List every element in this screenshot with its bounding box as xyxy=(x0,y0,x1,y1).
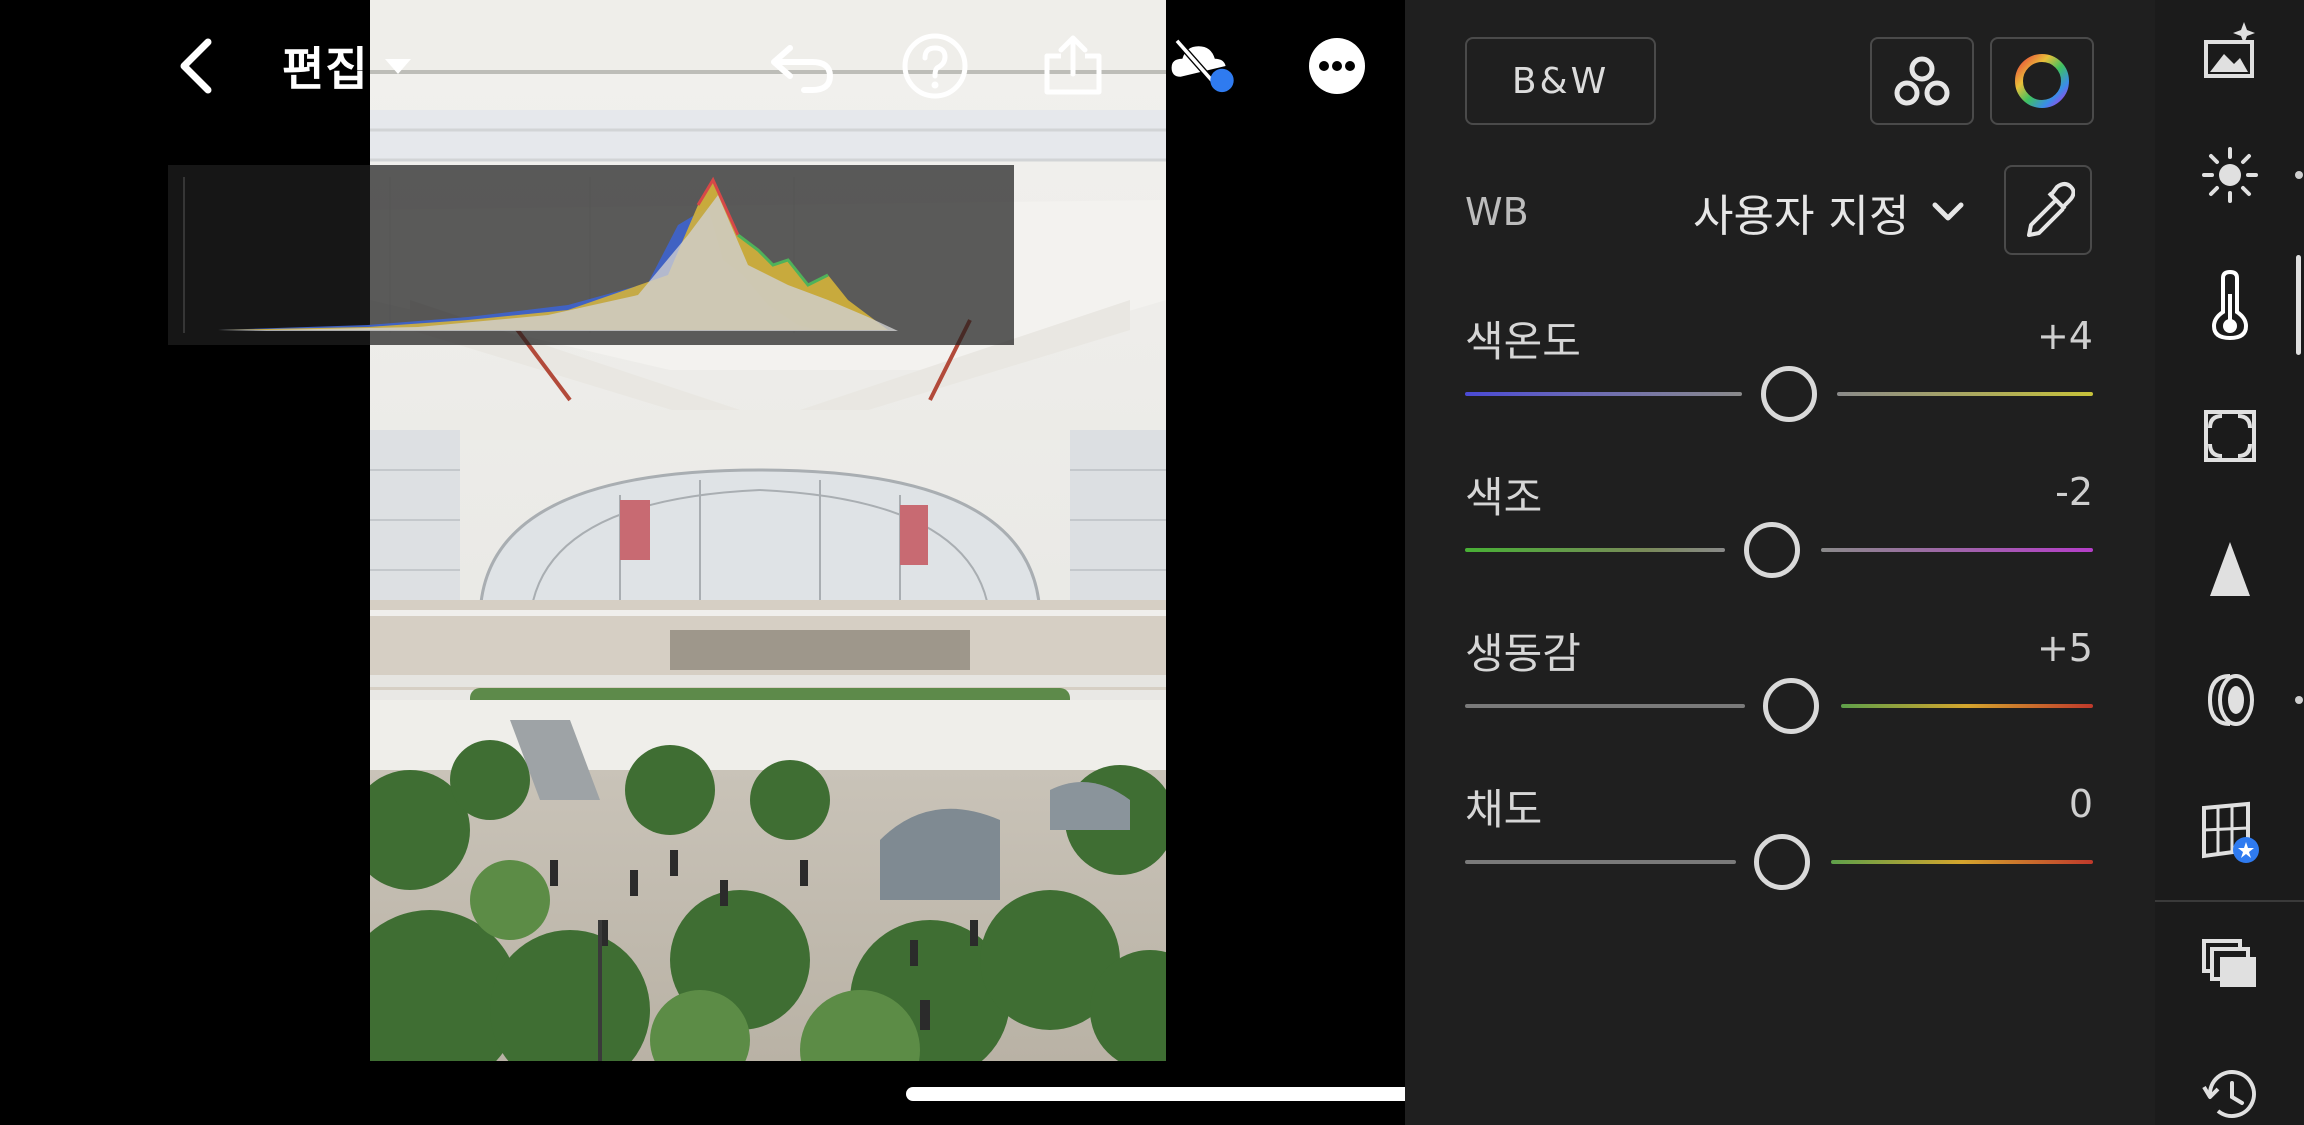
detail-icon xyxy=(2209,542,2250,596)
slider-value[interactable]: +5 xyxy=(2037,626,2093,670)
color-mix-icon xyxy=(1894,56,1950,106)
temperature-track-right[interactable] xyxy=(1837,392,2093,396)
auto-enhance-icon xyxy=(2203,22,2255,78)
chevron-left-icon xyxy=(180,38,212,94)
cloud-sync-off-icon xyxy=(1171,38,1234,93)
slider-value[interactable]: +4 xyxy=(2037,314,2093,358)
rail-light[interactable] xyxy=(2155,125,2304,225)
undo-button[interactable] xyxy=(766,30,838,102)
rail-active-indicator xyxy=(2296,255,2301,355)
vibrance-track-right[interactable] xyxy=(1841,704,2093,708)
help-icon xyxy=(902,33,968,99)
geometry-icon xyxy=(2201,801,2259,863)
slider-label: 색온도 xyxy=(1465,317,1581,366)
history-icon xyxy=(2201,1070,2256,1119)
rail-color[interactable] xyxy=(2155,255,2304,355)
rail-optics[interactable] xyxy=(2155,650,2304,750)
undo-icon xyxy=(771,45,834,93)
slider-label: 생동감 xyxy=(1465,629,1581,678)
rail-separator xyxy=(2155,900,2304,902)
rail-detail[interactable] xyxy=(2155,518,2304,618)
temperature-track-left[interactable] xyxy=(1465,392,1742,396)
slider-label: 채도 xyxy=(1465,785,1543,834)
vibrance-track-left[interactable] xyxy=(1465,704,1745,708)
slider-label: 색조 xyxy=(1465,473,1543,522)
temperature-slider-thumb[interactable] xyxy=(1761,366,1817,422)
eyedropper-icon xyxy=(2027,182,2075,237)
color-grading-button[interactable] xyxy=(1990,37,2094,125)
cloud-sync-button[interactable] xyxy=(1168,30,1240,102)
versions-icon xyxy=(2201,939,2256,987)
color-wheel-icon xyxy=(2015,54,2069,108)
edited-photo[interactable] xyxy=(370,0,1166,1061)
saturation-track-right[interactable] xyxy=(1831,860,2093,864)
rail-history[interactable] xyxy=(2155,1045,2304,1125)
vibrance-slider-thumb[interactable] xyxy=(1763,678,1819,734)
slider-value[interactable]: 0 xyxy=(2069,782,2093,826)
tint-track-right[interactable] xyxy=(1821,548,2093,552)
more-icon xyxy=(1309,38,1365,94)
rail-indicator-dot xyxy=(2295,171,2303,179)
rail-auto-enhance[interactable] xyxy=(2155,0,2304,100)
optics-icon xyxy=(2207,674,2254,726)
slider-saturation: 채도 0 xyxy=(1465,776,2093,890)
lightroom-editor: 편집 B&W WB 사용자 지정 색온도 +4 색조 -2 생동감 +5 채도 … xyxy=(0,0,2304,1125)
back-button[interactable] xyxy=(160,30,232,102)
effects-icon xyxy=(2203,410,2256,462)
slider-temperature: 색온도 +4 xyxy=(1465,308,2093,422)
chevron-down-icon xyxy=(1932,202,1964,221)
histogram[interactable] xyxy=(168,165,1014,345)
slider-value[interactable]: -2 xyxy=(2055,470,2093,514)
color-panel: B&W WB 사용자 지정 색온도 +4 색조 -2 생동감 +5 채도 0 xyxy=(1405,0,2155,1125)
rail-effects[interactable] xyxy=(2155,386,2304,486)
color-temperature-icon xyxy=(2211,270,2248,340)
photo-canvas: 편집 xyxy=(0,0,1532,1125)
color-mix-button[interactable] xyxy=(1870,37,1974,125)
saturation-slider-thumb[interactable] xyxy=(1754,834,1810,890)
bw-button[interactable]: B&W xyxy=(1465,37,1656,125)
wb-eyedropper-button[interactable] xyxy=(2004,165,2092,255)
rail-geometry[interactable] xyxy=(2155,782,2304,882)
rail-versions[interactable] xyxy=(2155,915,2304,1015)
tint-slider-thumb[interactable] xyxy=(1744,522,1800,578)
more-button[interactable] xyxy=(1301,30,1373,102)
wb-preset-value: 사용자 지정 xyxy=(1693,191,1910,242)
slider-tint: 색조 -2 xyxy=(1465,464,2093,578)
share-button[interactable] xyxy=(1037,30,1109,102)
rail-indicator-dot xyxy=(2295,696,2303,704)
saturation-track-left[interactable] xyxy=(1465,860,1736,864)
share-icon xyxy=(1044,35,1102,95)
wb-label: WB xyxy=(1465,190,1529,234)
slider-vibrance: 생동감 +5 xyxy=(1465,620,2093,734)
caret-down-icon xyxy=(384,59,411,74)
tint-track-left[interactable] xyxy=(1465,548,1725,552)
edit-mode-dropdown[interactable]: 편집 xyxy=(282,30,413,102)
edit-mode-label: 편집 xyxy=(282,42,369,96)
wb-preset-dropdown[interactable]: 사용자 지정 xyxy=(1693,180,1965,244)
light-icon xyxy=(2201,147,2258,203)
help-button[interactable] xyxy=(899,30,971,102)
tool-rail xyxy=(2155,0,2304,1125)
